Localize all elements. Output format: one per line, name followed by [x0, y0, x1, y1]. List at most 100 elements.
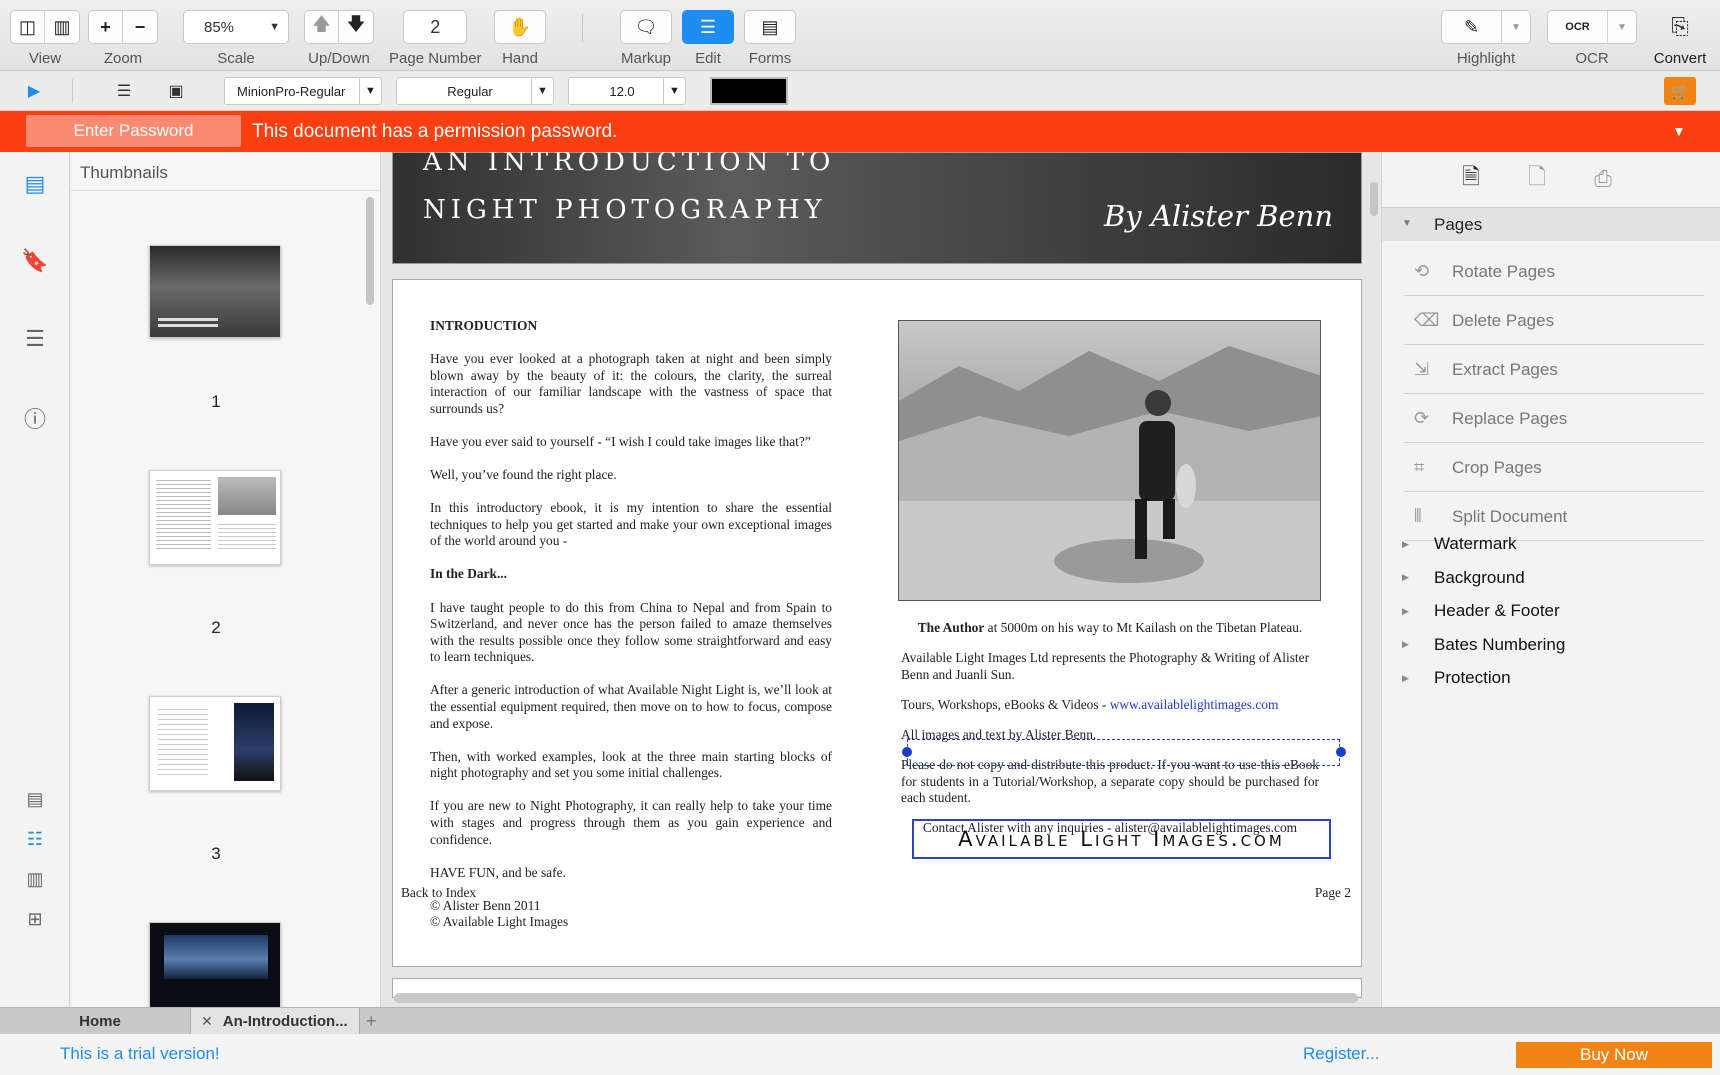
collapse-triangle-icon: ▼	[1402, 218, 1412, 229]
thumbnail-title-bar	[158, 324, 218, 327]
document-properties-tab-icon[interactable]: 🗋	[1520, 162, 1554, 196]
website-link[interactable]: www.availablelightimages.com	[1110, 697, 1279, 712]
page-tool-label: Replace Pages	[1452, 408, 1568, 428]
two-page-view-icon[interactable]: ▥	[45, 11, 79, 43]
grid-layout-icon[interactable]: ⊞	[18, 902, 52, 936]
page-number-label: Page Number	[389, 50, 482, 67]
author-leg	[1135, 499, 1147, 559]
crop-pages-icon: ⌗	[1414, 457, 1425, 477]
tree-item-protection[interactable]: ▶ Protection	[1402, 668, 1511, 688]
tree-item-bates-numbering[interactable]: ▶ Bates Numbering	[1402, 635, 1565, 655]
tree-item-header-footer[interactable]: ▶ Header & Footer	[1402, 601, 1560, 621]
selection-handle-right[interactable]	[1336, 747, 1346, 757]
font-size-value: 12.0	[609, 83, 635, 99]
cart-icon[interactable]: 🛒	[1664, 77, 1696, 105]
expand-triangle-icon[interactable]: ▶	[1402, 673, 1434, 684]
text-selection-box[interactable]	[907, 739, 1340, 766]
thumbnail-page-1[interactable]	[149, 245, 281, 338]
outline-list-icon[interactable]: ☰	[18, 322, 52, 356]
convert-icon[interactable]: ⎘	[1652, 10, 1708, 44]
ocr-group: OCR ▼ OCR	[1547, 10, 1637, 67]
trial-version-text[interactable]: This is a trial version!	[60, 1044, 220, 1064]
text-color-swatch[interactable]	[710, 77, 788, 105]
banner-title-line-2: Night Photography	[423, 195, 827, 225]
thumbnails-scrollbar[interactable]	[366, 197, 374, 305]
edit-text-icon[interactable]: ☰	[683, 11, 733, 43]
font-size-select[interactable]: 12.0 ▼	[568, 77, 686, 105]
font-family-select[interactable]: MinionPro-Regular ▼	[224, 77, 382, 105]
single-page-view-icon[interactable]: ◫	[11, 11, 45, 43]
home-tab[interactable]: Home	[0, 1008, 190, 1035]
document-tab[interactable]: ✕ An-Introduction...	[190, 1008, 360, 1035]
page-up-icon[interactable]: 🡅	[305, 11, 339, 43]
thumbnail-page-4[interactable]	[149, 922, 281, 1007]
add-image-icon[interactable]: ▣	[164, 80, 188, 102]
expand-triangle-icon[interactable]: ▶	[1402, 639, 1434, 650]
markup-group: 🗨 Markup	[620, 10, 672, 67]
tree-item-background[interactable]: ▶ Background	[1402, 568, 1525, 588]
convert-group: ⎘ Convert	[1652, 10, 1708, 67]
new-tab-icon[interactable]: +	[366, 1008, 386, 1035]
chevron-down-icon[interactable]: ▼	[1608, 11, 1636, 43]
continuous-layout-icon[interactable]: ☷	[18, 822, 52, 856]
page-number-input[interactable]: 2	[404, 11, 466, 43]
register-link[interactable]: Register...	[1303, 1044, 1380, 1064]
markup-icon[interactable]: 🗨	[621, 11, 671, 43]
font-style-select[interactable]: Regular ▼	[396, 77, 554, 105]
ocr-label: OCR	[1575, 50, 1609, 67]
thumbnail-text-lines	[218, 521, 276, 551]
tree-item-watermark[interactable]: ▶ Watermark	[1402, 534, 1517, 554]
page-layout-tab-icon[interactable]: ⎙	[1586, 162, 1620, 196]
main-toolbar: ◫ ▥ View + − Zoom 85% ▼ Scale 🡅 🡇 Up/Dow…	[0, 0, 1720, 71]
author-photo[interactable]	[898, 320, 1321, 601]
page-tools-tab-icon[interactable]: 🗎	[1454, 162, 1488, 196]
body-paragraph: Then, with worked examples, look at the …	[430, 748, 832, 781]
highlight-label: Highlight	[1456, 50, 1516, 67]
scale-select[interactable]: 85% ▼	[184, 11, 288, 43]
two-page-layout-icon[interactable]: ▥	[18, 862, 52, 896]
page-tool-extract-pages[interactable]: ⇲ Extract Pages	[1404, 346, 1704, 394]
add-text-icon[interactable]: ☰	[112, 80, 136, 102]
thumbnails-panel: Thumbnails 1 2 3	[71, 152, 381, 1007]
expand-triangle-icon[interactable]: ▶	[1402, 539, 1434, 550]
page-tool-label: Rotate Pages	[1452, 261, 1556, 281]
highlight-pen-icon[interactable]: ✎	[1442, 11, 1502, 43]
thumbnail-page-2[interactable]	[149, 470, 281, 565]
photo-caption: The Author at 5000m on his way to Mt Kai…	[901, 620, 1319, 637]
buy-now-button[interactable]: Buy Now	[1516, 1042, 1712, 1068]
info-icon[interactable]: ⓘ	[18, 401, 52, 435]
page-tool-rotate-pages[interactable]: ⟲ Rotate Pages	[1404, 248, 1704, 296]
chevron-down-icon[interactable]: ▼	[1502, 11, 1530, 43]
forms-icon[interactable]: ▤	[745, 11, 795, 43]
page-2: INTRODUCTION Have you ever looked at a ph…	[392, 279, 1362, 967]
close-tab-icon[interactable]: ✕	[201, 1013, 213, 1030]
page-tool-replace-pages[interactable]: ⟳ Replace Pages	[1404, 395, 1704, 443]
pages-section-header[interactable]: ▼ Pages	[1382, 208, 1720, 241]
hand-icon[interactable]: ✋	[495, 11, 545, 43]
back-to-index-link[interactable]: Back to Index	[401, 885, 476, 901]
selection-handle-left[interactable]	[902, 747, 912, 757]
extract-pages-icon: ⇲	[1414, 359, 1430, 379]
expand-triangle-icon[interactable]: ▶	[1402, 572, 1434, 583]
expand-triangle-icon[interactable]: ▶	[1402, 606, 1434, 617]
chevron-down-icon: ▼	[269, 21, 280, 33]
thumbnail-page-3[interactable]	[149, 696, 281, 791]
notice-message: This document has a permission password.	[252, 121, 618, 142]
vertical-scrollbar[interactable]	[1370, 182, 1378, 216]
zoom-in-icon[interactable]: +	[89, 11, 123, 43]
select-text-icon[interactable]: ▶	[22, 80, 46, 102]
rock-cairn	[1054, 539, 1204, 583]
single-page-layout-icon[interactable]: ▤	[18, 782, 52, 816]
bookmark-icon[interactable]: 🔖	[18, 244, 52, 278]
page-tool-delete-pages[interactable]: ⌫ Delete Pages	[1404, 297, 1704, 345]
body-paragraph: Have you ever said to yourself - “I wish…	[430, 433, 811, 449]
horizontal-scrollbar[interactable]	[394, 993, 1358, 1003]
hand-label: Hand	[502, 50, 538, 67]
page-tool-crop-pages[interactable]: ⌗ Crop Pages	[1404, 444, 1704, 492]
enter-password-button[interactable]: Enter Password	[26, 115, 241, 147]
page-down-icon[interactable]: 🡇	[339, 11, 373, 43]
ocr-icon[interactable]: OCR	[1548, 11, 1608, 43]
zoom-out-icon[interactable]: −	[123, 11, 157, 43]
chevron-down-icon[interactable]: ▼	[1672, 123, 1686, 139]
thumbnails-icon[interactable]: ▤	[18, 167, 52, 201]
